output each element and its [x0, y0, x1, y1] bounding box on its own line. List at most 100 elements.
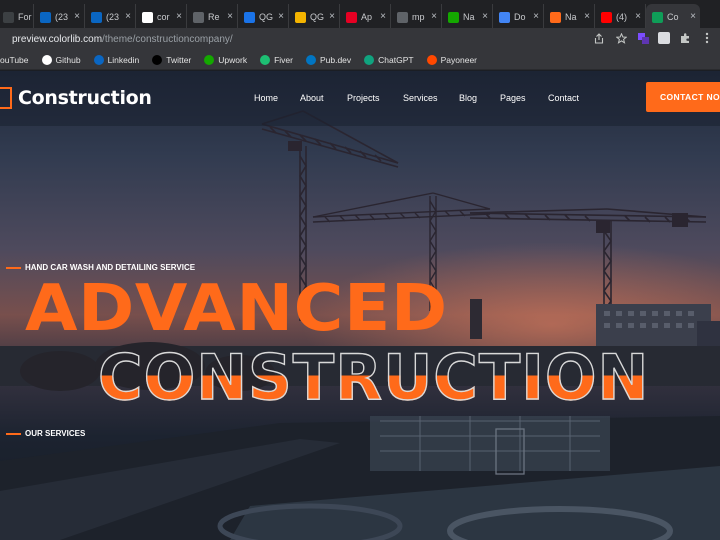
- tab-title: Re: [208, 12, 220, 22]
- diamond-icon: [499, 11, 510, 23]
- nav-about[interactable]: About: [300, 93, 324, 103]
- browser-tab[interactable]: QG ×: [238, 4, 289, 30]
- browser-tab[interactable]: mp ×: [391, 4, 442, 30]
- address-bar[interactable]: preview.colorlib.com/theme/constructionc…: [0, 28, 720, 50]
- contact-now-button[interactable]: CONTACT NOW: [646, 82, 720, 112]
- nav-pages[interactable]: Pages: [500, 93, 526, 103]
- tab-strip: For (23 × (23 × cor × Re × QG × QG × Ap × mp × Na × Do × Na ×(…: [0, 0, 720, 30]
- browser-tab[interactable]: (23 ×: [34, 4, 85, 30]
- bookmark-label: Fiver: [274, 54, 293, 65]
- site-logo[interactable]: Construction: [0, 87, 152, 109]
- nav-contact[interactable]: Contact: [548, 93, 579, 103]
- nav-blog[interactable]: Blog: [459, 93, 477, 103]
- bookmark-label: Twitter: [166, 54, 192, 65]
- close-tab-icon[interactable]: ×: [329, 11, 335, 22]
- tab-title: Co: [667, 12, 679, 22]
- extension-square-icon[interactable]: [658, 32, 670, 44]
- bookmark-item[interactable]: ouTube: [0, 55, 29, 65]
- browser-tab[interactable]: Na ×: [442, 4, 493, 30]
- browser-tab[interactable]: Co ×: [646, 4, 700, 30]
- close-tab-icon[interactable]: ×: [584, 11, 590, 22]
- globe-icon: [397, 11, 408, 23]
- bookmark-label: Upwork: [218, 54, 248, 65]
- browser-tab[interactable]: (4) ×: [595, 4, 646, 30]
- linkedin-icon: [91, 11, 102, 23]
- triangle-icon: [244, 11, 255, 23]
- close-tab-icon[interactable]: ×: [533, 11, 539, 22]
- close-tab-icon[interactable]: ×: [635, 11, 641, 22]
- bookmark-label: ouTube: [0, 54, 29, 65]
- crane-cab-1: [288, 141, 302, 151]
- logo-text: Construction: [18, 87, 152, 109]
- browser-tab[interactable]: Do ×: [493, 4, 544, 30]
- x-icon: [152, 54, 163, 65]
- extensions-puzzle-icon[interactable]: [678, 31, 692, 45]
- services-text: OUR SERVICES: [25, 429, 86, 438]
- menu-dots-icon[interactable]: [700, 31, 714, 45]
- tab-title: Na: [565, 12, 577, 22]
- our-services-label[interactable]: OUR SERVICES: [6, 429, 85, 438]
- bookmark-item[interactable]: Upwork: [204, 54, 248, 65]
- browser-tab[interactable]: cor ×: [136, 4, 187, 30]
- close-tab-icon[interactable]: ×: [176, 11, 182, 22]
- bookmarks-bar: ouTube Github Linkedin Twitter Upwork Fiver Pu…: [0, 50, 720, 70]
- bookmark-label: ChatGPT: [378, 54, 414, 65]
- bookmark-item[interactable]: ChatGPT: [364, 54, 414, 65]
- close-tab-icon[interactable]: ×: [278, 11, 284, 22]
- linkedin-icon: [40, 11, 51, 23]
- google-icon: [142, 11, 153, 23]
- services-dash: [6, 432, 21, 435]
- bookmark-item[interactable]: Pub.dev: [305, 54, 352, 65]
- bookmark-item[interactable]: Fiver: [260, 54, 293, 65]
- browser-tab[interactable]: QG ×: [289, 4, 340, 30]
- hero-headline-construction: CONSTRUCTION: [97, 341, 650, 414]
- nav-services[interactable]: Services: [403, 93, 438, 103]
- close-tab-icon[interactable]: ×: [125, 11, 131, 22]
- extension-badge-icon[interactable]: [636, 31, 650, 45]
- close-tab-icon[interactable]: ×: [380, 11, 386, 22]
- close-tab-icon[interactable]: ×: [690, 11, 696, 22]
- bookmark-item[interactable]: Linkedin: [93, 54, 140, 65]
- github-icon: [41, 54, 52, 65]
- upwork-icon: [448, 11, 459, 23]
- globe-icon: [193, 11, 204, 23]
- colorlib-icon: [550, 11, 561, 23]
- browser-tab[interactable]: Re ×: [187, 4, 238, 30]
- bookmark-item[interactable]: Twitter: [152, 54, 192, 65]
- tab-title: mp: [412, 12, 425, 22]
- crane-cab-3: [596, 221, 610, 233]
- url-text[interactable]: preview.colorlib.com/theme/constructionc…: [12, 34, 233, 45]
- close-tab-icon[interactable]: ×: [482, 11, 488, 22]
- tab-title: Na: [463, 12, 475, 22]
- payoneer-icon: [426, 54, 437, 65]
- tab-title: For: [18, 12, 32, 22]
- bookmark-star-icon[interactable]: [614, 31, 628, 45]
- bookmark-label: Payoneer: [440, 54, 477, 65]
- bookmark-label: Pub.dev: [319, 54, 352, 65]
- url-host: preview.colorlib.com: [12, 33, 103, 45]
- tagline-text: HAND CAR WASH AND DETAILING SERVICE: [25, 263, 196, 272]
- nav-projects[interactable]: Projects: [347, 93, 380, 103]
- crane-counterweight: [672, 213, 688, 227]
- browser-tab[interactable]: Ap ×: [340, 4, 391, 30]
- bookmark-item[interactable]: Payoneer: [426, 54, 477, 65]
- logo-bracket-icon: [0, 87, 12, 109]
- browser-tab[interactable]: (23 ×: [85, 4, 136, 30]
- nav-home[interactable]: Home: [254, 93, 278, 103]
- browser-tab[interactable]: For: [0, 4, 34, 30]
- bookmark-item[interactable]: Github: [41, 54, 81, 65]
- chatgpt-icon: [364, 54, 375, 65]
- upwork-icon: [204, 54, 215, 65]
- share-icon[interactable]: [592, 31, 606, 45]
- browser-tab[interactable]: Na ×: [544, 4, 595, 30]
- tab-title: Ap: [361, 12, 373, 22]
- bookmark-label: Linkedin: [107, 54, 140, 65]
- hand-icon: [295, 11, 306, 23]
- check-icon: [652, 11, 663, 23]
- tab-title: (4): [616, 12, 627, 22]
- hero-headline-advanced: ADVANCED: [25, 272, 448, 346]
- close-tab-icon[interactable]: ×: [431, 11, 437, 22]
- website-viewport: Construction Home About Projects Service…: [0, 71, 720, 540]
- close-tab-icon[interactable]: ×: [227, 11, 233, 22]
- close-tab-icon[interactable]: ×: [74, 11, 80, 22]
